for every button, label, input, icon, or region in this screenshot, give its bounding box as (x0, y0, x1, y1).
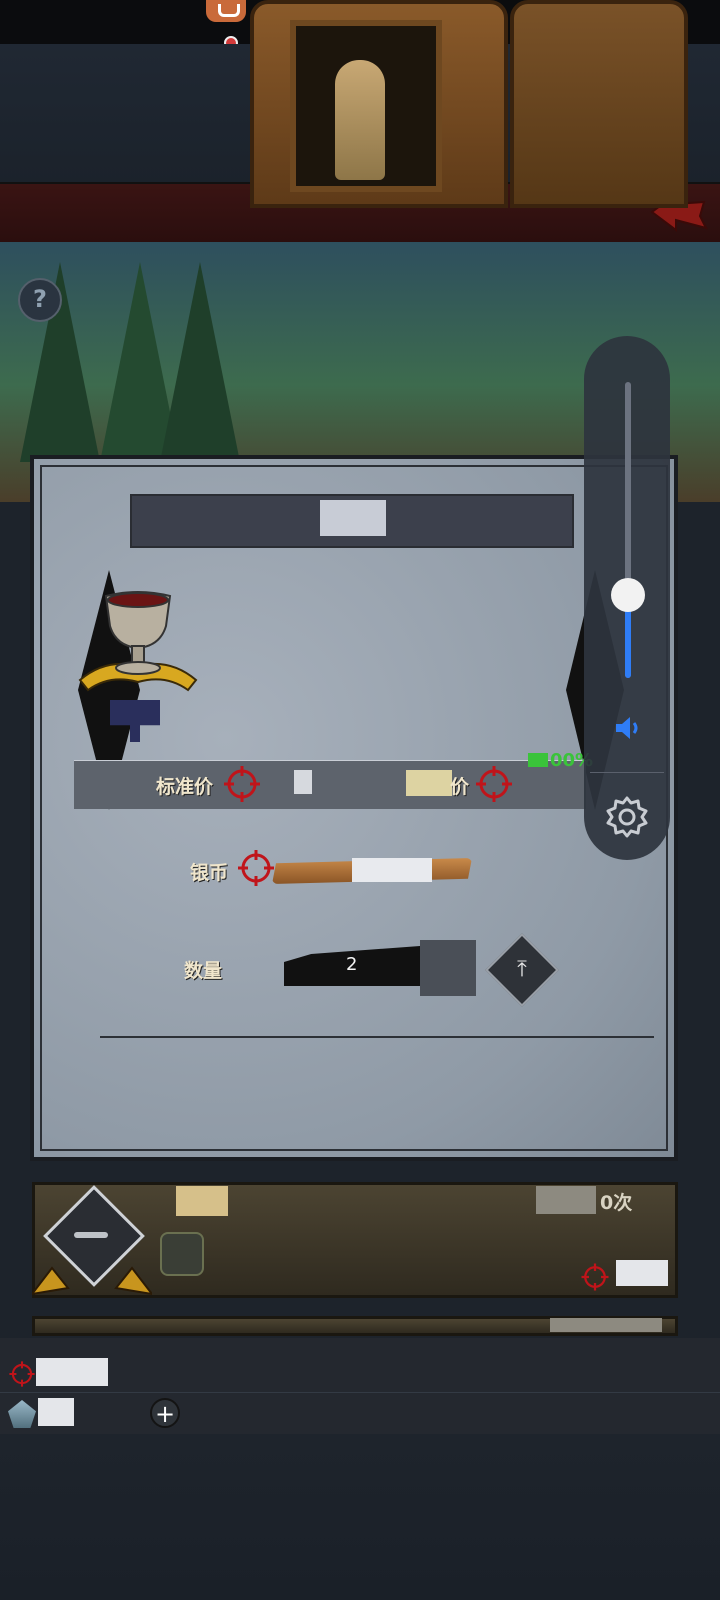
silver-balance (36, 1358, 108, 1386)
second-wagon (510, 0, 688, 208)
crosshair-icon (224, 766, 260, 802)
add-currency-button[interactable]: + (150, 1398, 180, 1428)
list-item-price (616, 1260, 668, 1286)
helmet-icon (160, 1232, 204, 1276)
crystal-balance (38, 1398, 74, 1426)
currency-bar (0, 1338, 720, 1434)
quantity-value: 2 (346, 954, 358, 975)
crosshair-icon (238, 850, 274, 886)
speaker-icon[interactable] (612, 712, 644, 744)
crosshair-icon (476, 766, 512, 802)
alt-price-prefix (406, 770, 452, 796)
standard-price-value (294, 770, 312, 794)
silver-label: 银币 (190, 862, 229, 884)
list-item-title (176, 1186, 228, 1216)
app-logo-icon (206, 0, 246, 22)
help-icon[interactable]: ? (18, 278, 62, 322)
item-description (196, 618, 596, 684)
quantity-input[interactable] (420, 940, 476, 996)
crosshair-icon (9, 1361, 35, 1387)
crosshair-icon (581, 1263, 609, 1291)
cancel-button[interactable] (120, 1056, 290, 1074)
confirm-button[interactable] (414, 1056, 582, 1070)
dialog-divider (100, 1036, 654, 1038)
quantity-label: 数量 (184, 960, 223, 982)
silver-value (352, 858, 432, 882)
bottom-background (0, 1434, 720, 1600)
goblet-icon (78, 591, 198, 692)
wings-icon (32, 1266, 152, 1296)
arrow-up-to-line-icon: ⤒ (517, 957, 527, 982)
volume-separator (590, 772, 664, 773)
remaining-count-prefix (550, 1318, 662, 1332)
remaining-count-prefix (536, 1186, 596, 1214)
currency-separator (0, 1392, 720, 1393)
dialog-title (320, 500, 386, 536)
standard-price-label: 标准价 (156, 776, 214, 798)
volume-slider-thumb[interactable] (611, 578, 645, 613)
alt-price-label: 价 (450, 776, 470, 798)
merchant-character (335, 60, 385, 180)
remaining-count: 0次 (600, 1192, 633, 1214)
gear-icon[interactable] (604, 794, 650, 840)
minus-icon (74, 1232, 108, 1238)
tree-icon (160, 262, 240, 462)
